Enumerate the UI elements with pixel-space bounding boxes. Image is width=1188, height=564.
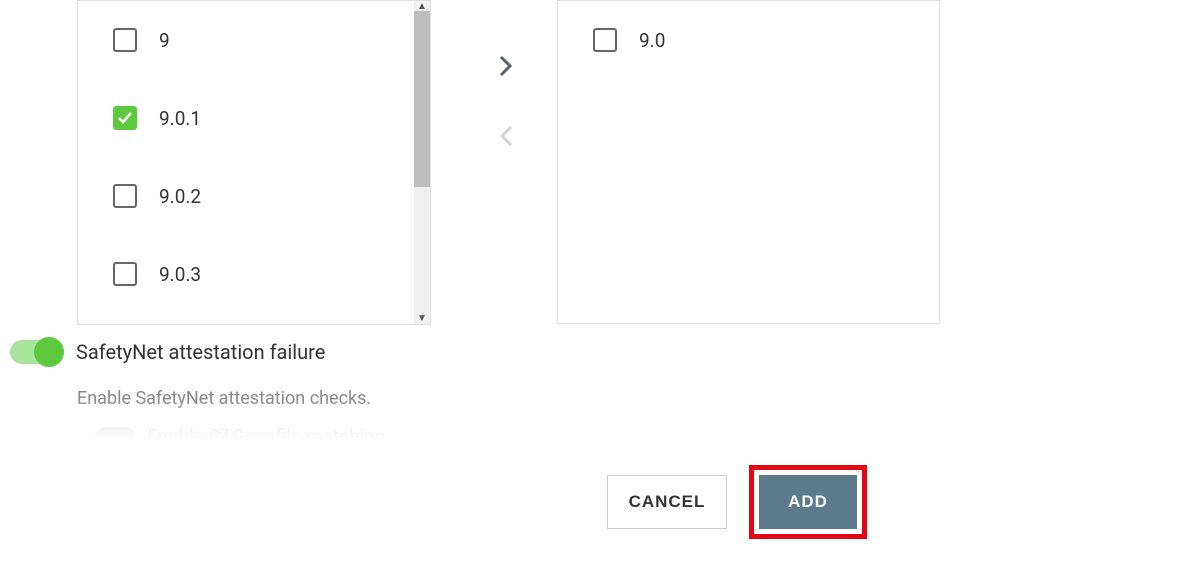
safetynet-description: Enable SafetyNet attestation checks. <box>77 388 371 409</box>
checkbox-9[interactable] <box>113 28 137 52</box>
scroll-down-icon[interactable]: ▼ <box>414 313 430 324</box>
checkbox-9-0[interactable] <box>593 28 617 52</box>
left-list-panel: 9 9.0.1 9.0.2 9.0.3 <box>77 0 431 325</box>
footer: CANCEL ADD <box>0 439 1188 564</box>
item-label: 9.0 <box>639 29 665 52</box>
list-item[interactable]: 9.0 <box>558 1 939 79</box>
cancel-button[interactable]: CANCEL <box>607 475 727 529</box>
add-button-highlight: ADD <box>749 465 867 539</box>
scrollbar-thumb[interactable] <box>414 11 430 187</box>
safetynet-toggle-row: SafetyNet attestation failure <box>10 340 325 364</box>
item-label: 9.0.2 <box>159 185 201 208</box>
scroll-up-icon[interactable]: ▲ <box>414 1 430 12</box>
list-item[interactable]: 9.0.3 <box>78 235 430 313</box>
right-list-panel: 9.0 <box>557 0 940 324</box>
list-item[interactable]: 9.0.1 <box>78 79 430 157</box>
item-label: 9.0.1 <box>159 107 201 130</box>
item-label: 9 <box>159 29 170 52</box>
checkbox-9-0-3[interactable] <box>113 262 137 286</box>
chevron-right-icon <box>499 55 513 77</box>
toggle-knob <box>34 337 64 367</box>
move-left-button[interactable] <box>491 116 521 156</box>
item-label: 9.0.3 <box>159 263 201 286</box>
checkbox-9-0-2[interactable] <box>113 184 137 208</box>
safetynet-toggle[interactable] <box>10 340 62 364</box>
list-item[interactable]: 9.0.2 <box>78 157 430 235</box>
move-right-button[interactable] <box>491 46 521 86</box>
checkbox-9-0-1[interactable] <box>113 106 137 130</box>
safetynet-title: SafetyNet attestation failure <box>76 340 325 364</box>
transfer-buttons <box>491 46 521 186</box>
list-item[interactable]: 9 <box>78 1 430 79</box>
add-button[interactable]: ADD <box>759 475 857 529</box>
chevron-left-icon <box>499 125 513 147</box>
